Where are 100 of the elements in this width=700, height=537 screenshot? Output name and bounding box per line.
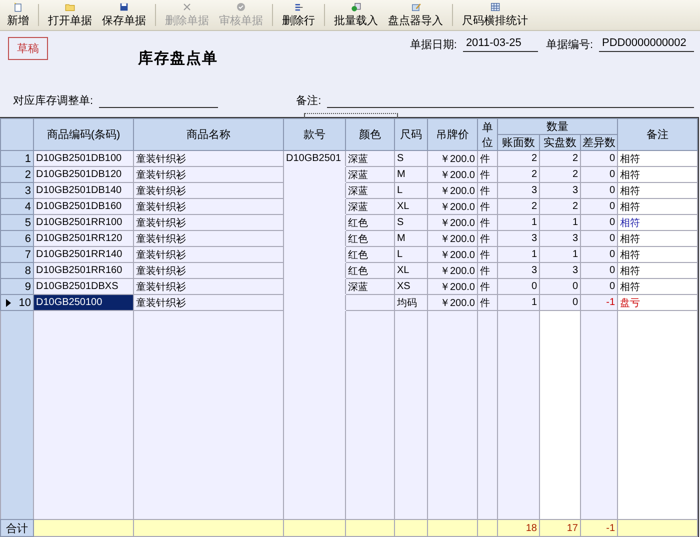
date-field[interactable]: 2011-03-25 — [462, 37, 538, 52]
row-header[interactable]: 9 — [0, 278, 34, 294]
table-cell: XL — [394, 262, 428, 278]
table-cell: 0 — [580, 278, 618, 294]
number-field[interactable]: PDD0000000002 — [599, 37, 694, 52]
table-cell: D10GB2501DB100 — [34, 150, 134, 166]
row-header[interactable]: 4 — [0, 198, 34, 214]
table-cell: 均码 — [394, 294, 428, 310]
column-header[interactable]: 款号 — [284, 118, 346, 150]
table-cell: ￥200.0 — [428, 166, 478, 182]
table-cell: 相符 — [618, 262, 698, 278]
table-cell: 盘亏 — [618, 294, 698, 310]
column-header[interactable]: 数量 — [498, 118, 618, 134]
row-header[interactable]: 7 — [0, 246, 34, 262]
row-header[interactable]: 1 — [0, 150, 34, 166]
table-icon — [488, 2, 502, 12]
row-number: 1 — [24, 152, 31, 164]
table-cell: 2 — [540, 166, 580, 182]
table-cell: 2 — [540, 150, 580, 166]
table-cell: M — [394, 166, 428, 182]
table-cell: 3 — [498, 230, 540, 246]
table-cell: D10GB2501DB140 — [34, 182, 134, 198]
table-cell: 相符 — [618, 150, 698, 166]
table-cell: ￥200.0 — [428, 230, 478, 246]
table-cell: 相符 — [618, 214, 698, 230]
table-cell: 童装针织衫 — [134, 278, 284, 294]
table-cell: D10GB2501DB160 — [34, 198, 134, 214]
table-cell: 童装针织衫 — [134, 198, 284, 214]
table-cell: D10GB2501DBXS — [34, 278, 134, 294]
row-header[interactable]: 8 — [0, 262, 34, 278]
column-header[interactable]: 尺码 — [394, 118, 428, 150]
total-cell: 18 — [498, 520, 540, 536]
row-number: 10 — [18, 296, 31, 308]
total-label: 合计 — [0, 520, 34, 536]
row-header[interactable]: 3 — [0, 182, 34, 198]
table-cell: XS — [394, 278, 428, 294]
table-cell: 深蓝 — [346, 182, 394, 198]
table-cell: 0 — [580, 230, 618, 246]
column-header[interactable]: 商品名称 — [134, 118, 284, 150]
table-cell: M — [394, 230, 428, 246]
table-cell: 1 — [498, 294, 540, 310]
table-cell: 童装针织衫 — [134, 246, 284, 262]
row-number: 9 — [24, 280, 31, 292]
row-header[interactable]: 5 — [0, 214, 34, 230]
table-cell: 童装针织衫 — [134, 150, 284, 166]
table-cell: ￥200.0 — [428, 246, 478, 262]
row-number: 7 — [24, 248, 31, 260]
table-cell: 3 — [498, 182, 540, 198]
table-cell: 3 — [540, 182, 580, 198]
table-cell: 相符 — [618, 230, 698, 246]
table-cell: 1 — [540, 214, 580, 230]
column-header[interactable]: 实盘数 — [540, 134, 580, 150]
table-cell: 0 — [580, 150, 618, 166]
column-header[interactable]: 颜色 — [346, 118, 394, 150]
column-header[interactable]: 账面数 — [498, 134, 540, 150]
table-cell: 童装针织衫 — [134, 294, 284, 310]
table-cell: L — [394, 246, 428, 262]
row-header[interactable]: 6 — [0, 230, 34, 246]
table-cell: 红色 — [346, 246, 394, 262]
date-label: 单据日期: — [410, 38, 458, 52]
row-header[interactable]: 10 — [0, 294, 34, 310]
column-header[interactable]: 商品编码(条码) — [34, 118, 134, 150]
toolbar-button[interactable]: 盘点器导入 — [383, 0, 448, 30]
table-cell: 童装针织衫 — [134, 262, 284, 278]
table-cell: 1 — [540, 246, 580, 262]
column-header[interactable]: 备注 — [618, 118, 698, 150]
column-header[interactable]: 单位 — [478, 118, 498, 150]
toolbar-button[interactable]: 批量载入 — [329, 0, 383, 30]
table-cell: 相符 — [618, 198, 698, 214]
table-cell: D10GB2501RR140 — [34, 246, 134, 262]
total-cell: -1 — [580, 520, 618, 536]
table-cell: ￥200.0 — [428, 214, 478, 230]
table-cell: 0 — [540, 278, 580, 294]
toolbar-button[interactable]: 删除行 — [277, 0, 320, 30]
table-cell: ￥200.0 — [428, 150, 478, 166]
table-cell: 2 — [540, 198, 580, 214]
table-cell: 深蓝 — [346, 166, 394, 182]
toolbar-button[interactable]: 新增 — [2, 0, 34, 30]
table-cell: 红色 — [346, 214, 394, 230]
toolbar-button[interactable]: 保存单据 — [97, 0, 151, 30]
column-header[interactable]: 吊牌价 — [428, 118, 478, 150]
table-cell: 相符 — [618, 166, 698, 182]
table-cell: D10GB250100 — [34, 294, 134, 310]
row-number: 8 — [24, 264, 31, 276]
toolbar-button[interactable]: 尺码横排统计 — [457, 0, 533, 30]
table-cell: D10GB2501RR100 — [34, 214, 134, 230]
table-cell: 红色 — [346, 262, 394, 278]
table-cell: 2 — [498, 166, 540, 182]
toolbar-button[interactable]: 打开单据 — [43, 0, 97, 30]
number-label: 单据编号: — [546, 38, 594, 52]
column-header[interactable]: 差异数 — [580, 134, 618, 150]
row-header[interactable]: 2 — [0, 166, 34, 182]
table-cell: ￥200.0 — [428, 198, 478, 214]
table-cell: 0 — [498, 278, 540, 294]
table-cell: 1 — [498, 246, 540, 262]
table-cell: 2 — [498, 198, 540, 214]
table-cell: D10GB2501RR120 — [34, 230, 134, 246]
table-cell: 深蓝 — [346, 278, 394, 294]
table-cell: 红色 — [346, 230, 394, 246]
adjust-label: 对应库存调整单: — [13, 94, 94, 108]
